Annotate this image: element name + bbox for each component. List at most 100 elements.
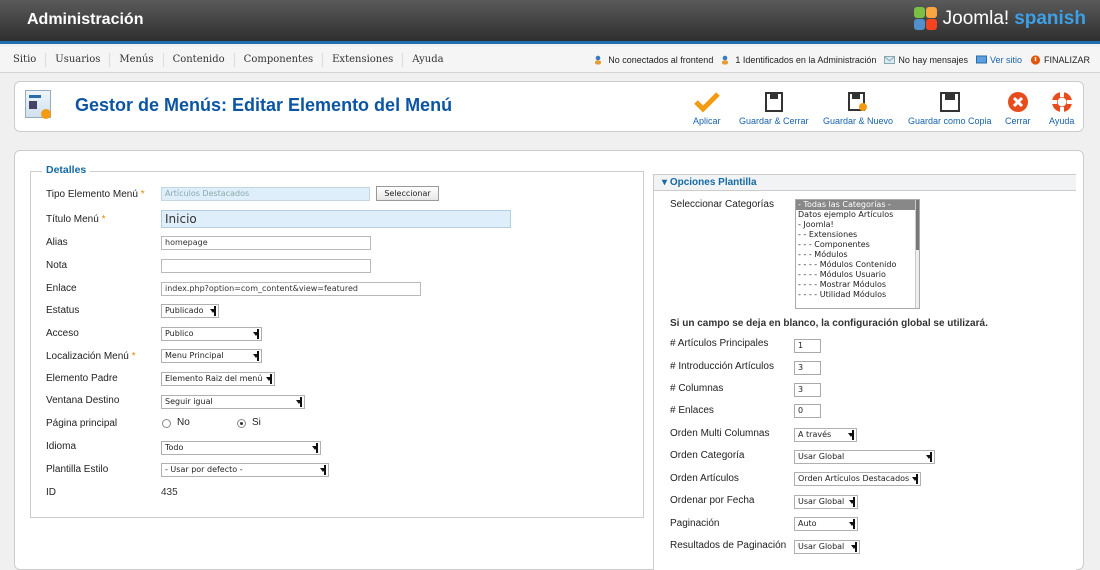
menu-manager-icon: [25, 90, 51, 119]
menu-contenido[interactable]: Contenido: [164, 53, 235, 67]
save-new-label: Guardar & Nuevo: [823, 116, 894, 126]
menu-usuarios[interactable]: Usuarios: [46, 53, 111, 67]
category-option[interactable]: - Joomla!: [796, 220, 919, 230]
dropdown-arrow-icon: [312, 443, 318, 453]
location-select[interactable]: Menu Principal: [161, 349, 262, 363]
lang-value: Todo: [165, 443, 184, 452]
listbox-scrollbar[interactable]: [915, 200, 919, 308]
category-option[interactable]: - - Extensiones: [796, 230, 919, 240]
apply-button[interactable]: Aplicar: [693, 88, 721, 126]
intro-input[interactable]: 3: [794, 361, 821, 375]
art-order-value: Orden Artículos Destacados: [798, 474, 910, 483]
style-label: Plantilla Estilo: [46, 464, 109, 475]
link-label: Enlace: [46, 283, 77, 294]
note-label: Nota: [46, 260, 68, 271]
title-label: Título Menú *: [46, 214, 106, 225]
leading-label: # Artículos Principales: [670, 338, 769, 349]
power-icon: [1030, 55, 1041, 65]
cat-order-select[interactable]: Usar Global: [794, 450, 935, 464]
save-copy-button[interactable]: Guardar como Copia: [908, 88, 992, 126]
category-option[interactable]: Datos ejemplo Artículos: [796, 210, 919, 220]
page-toolbar: Gestor de Menús: Editar Elemento del Men…: [14, 81, 1084, 132]
type-input[interactable]: Artículos Destacados: [161, 187, 370, 201]
title-input[interactable]: Inicio: [161, 210, 511, 228]
dropdown-arrow-icon: [849, 519, 855, 529]
date-order-select[interactable]: Usar Global: [794, 495, 858, 509]
dropdown-arrow-icon: [848, 430, 854, 440]
menu-extensiones[interactable]: Extensiones: [323, 53, 404, 67]
window-select[interactable]: Seguir igual: [161, 395, 305, 409]
link-input[interactable]: index.php?option=com_content&view=featur…: [161, 282, 421, 296]
save-icon: [764, 92, 783, 112]
close-button[interactable]: Cerrar: [1005, 88, 1031, 126]
frontend-status: No conectados al frontend: [594, 55, 713, 65]
access-value: Publico: [165, 329, 194, 338]
status-select[interactable]: Publicado: [161, 304, 219, 318]
category-option[interactable]: - - - - Mostrar Módulos: [796, 280, 919, 290]
menu-menus[interactable]: Menús: [110, 53, 164, 67]
logout-link[interactable]: FINALIZAR: [1030, 55, 1090, 65]
select-type-button[interactable]: Seleccionar: [376, 186, 439, 201]
window-label: Ventana Destino: [46, 395, 120, 406]
mail-icon: [884, 56, 896, 64]
home-label: Página principal: [46, 418, 118, 429]
category-option[interactable]: - - - - Módulos Usuario: [796, 270, 919, 280]
category-option[interactable]: - Todas las Categorías -: [796, 200, 919, 210]
intro-label: # Introducción Artículos: [670, 361, 774, 372]
menu-componentes[interactable]: Componentes: [235, 53, 324, 67]
save-close-label: Guardar & Cerrar: [739, 116, 809, 126]
pagination-results-select[interactable]: Usar Global: [794, 540, 860, 554]
status-bar: No conectados al frontend 1 Identificado…: [594, 47, 1090, 73]
window-value: Seguir igual: [165, 397, 213, 406]
alias-input[interactable]: homepage: [161, 236, 371, 250]
access-select[interactable]: Publico: [161, 327, 262, 341]
options-heading[interactable]: ▾ Opciones Plantilla: [653, 174, 1076, 191]
categories-listbox[interactable]: - Todas las Categorías - Datos ejemplo A…: [795, 199, 920, 309]
multi-order-value: A través: [798, 430, 832, 439]
menu-sitio[interactable]: Sitio: [4, 53, 47, 67]
messages-status[interactable]: No hay mensajes: [884, 55, 968, 65]
access-label: Acceso: [46, 328, 79, 339]
columns-input[interactable]: 3: [794, 383, 821, 397]
save-close-button[interactable]: Guardar & Cerrar: [739, 88, 809, 126]
close-icon: [1007, 92, 1028, 112]
art-order-label: Orden Artículos: [670, 473, 739, 484]
help-button[interactable]: Ayuda: [1049, 88, 1074, 126]
dropdown-arrow-icon: [849, 497, 855, 507]
links-input[interactable]: 0: [794, 404, 821, 418]
parent-select[interactable]: Elemento Raiz del menú: [161, 372, 275, 386]
save-new-icon: [848, 92, 868, 111]
alias-label: Alias: [46, 237, 68, 248]
admin-header: Administración Joomla! spanish: [0, 0, 1100, 44]
note-input[interactable]: [161, 259, 371, 273]
leading-input[interactable]: 1: [794, 339, 821, 353]
category-option[interactable]: - - - - Utilidad Módulos: [796, 290, 919, 300]
pagination-value: Auto: [798, 519, 817, 528]
art-order-select[interactable]: Orden Artículos Destacados: [794, 472, 921, 486]
category-option[interactable]: - - - Módulos: [796, 250, 919, 260]
status-value: Publicado: [165, 306, 204, 315]
lang-select[interactable]: Todo: [161, 441, 321, 455]
options-heading-text: Opciones Plantilla: [669, 177, 757, 188]
dropdown-arrow-icon: [320, 465, 326, 475]
category-option[interactable]: - - - Componentes: [796, 240, 919, 250]
style-select[interactable]: - Usar por defecto -: [161, 463, 329, 477]
home-no-radio[interactable]: [162, 419, 171, 428]
collapse-arrow-icon: ▾: [662, 177, 668, 188]
parent-label: Elemento Padre: [46, 373, 118, 384]
columns-label: # Columnas: [670, 383, 724, 394]
save-new-button[interactable]: Guardar & Nuevo: [823, 88, 893, 126]
type-label: Tipo Elemento Menú *: [46, 189, 145, 200]
home-yes-radio[interactable]: [237, 419, 246, 428]
location-label: Localización Menú *: [46, 351, 136, 362]
category-option[interactable]: - - - - Módulos Contenido: [796, 260, 919, 270]
apply-label: Aplicar: [693, 116, 721, 126]
view-site-link[interactable]: Ver sitio: [975, 55, 1022, 65]
pagination-select[interactable]: Auto: [794, 517, 858, 531]
multi-order-select[interactable]: A través: [794, 428, 857, 442]
monitor-icon: [975, 55, 987, 64]
pagination-results-label: Resultados de Paginación: [670, 540, 787, 551]
menu-ayuda[interactable]: Ayuda: [403, 53, 452, 67]
check-icon: [693, 92, 720, 113]
main-menubar: Sitio Usuarios Menús Contenido Component…: [0, 47, 1100, 73]
